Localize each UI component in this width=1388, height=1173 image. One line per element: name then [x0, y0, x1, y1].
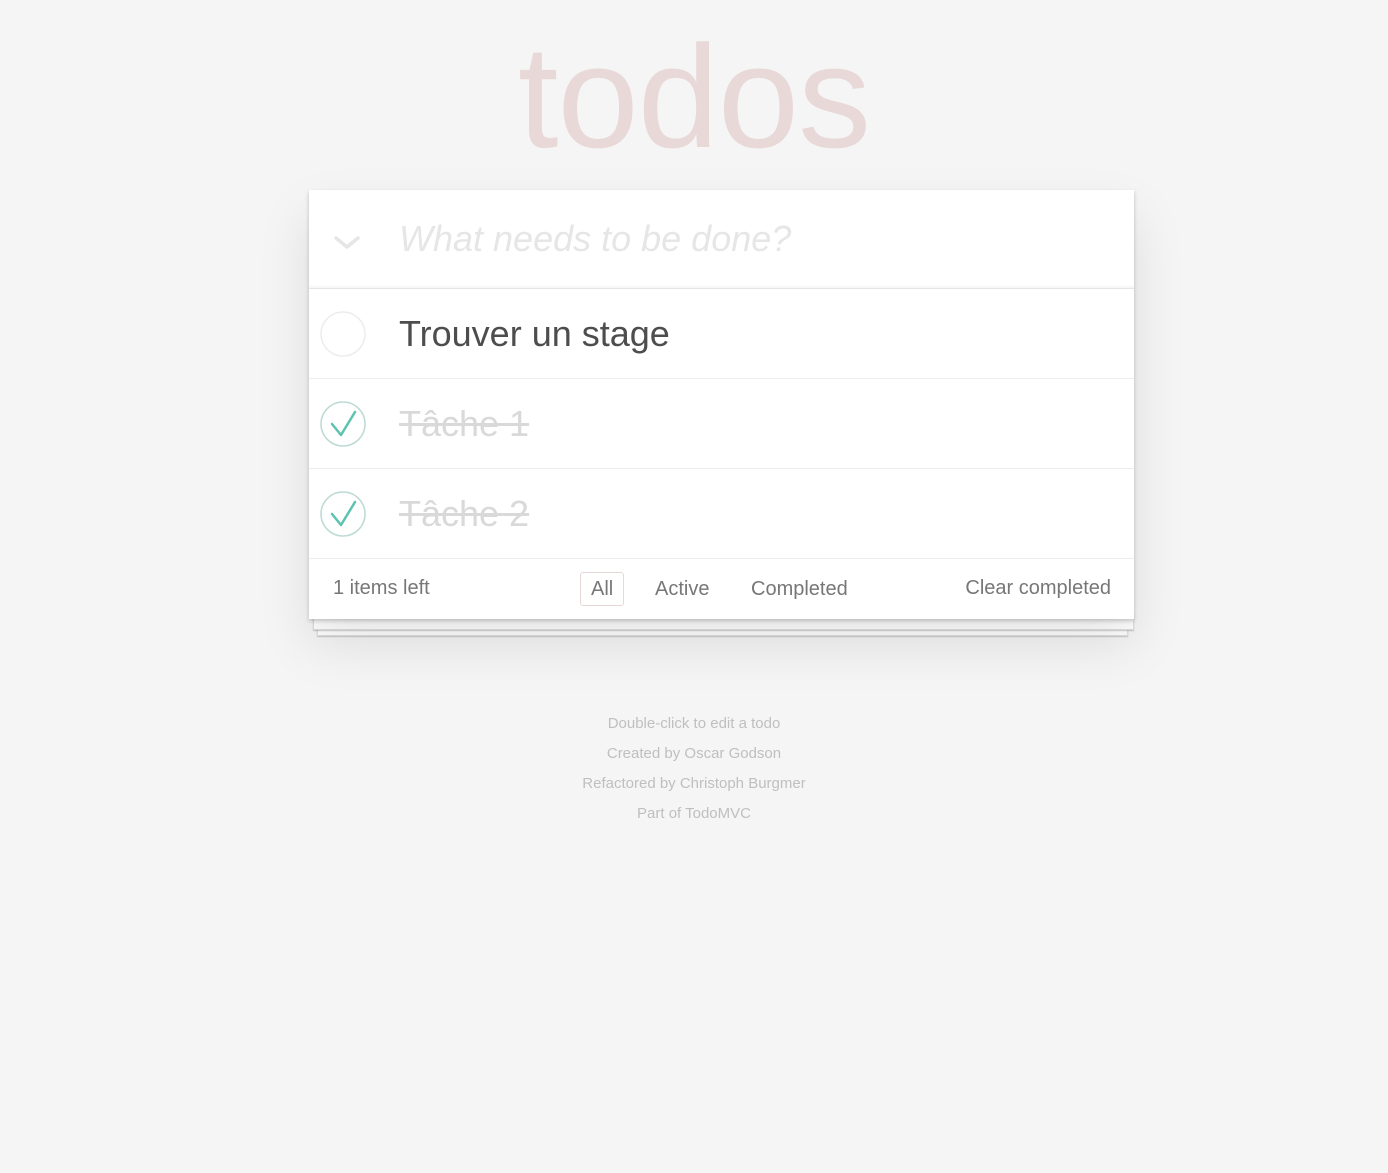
info-created-by: Created by Oscar Godson: [606, 745, 782, 762]
new-todo-row: [309, 190, 1134, 289]
circle-check-icon: [320, 401, 366, 447]
info-refactored-by: Refactored by Christoph Burgmer: [582, 775, 806, 792]
todo-item[interactable]: Tâche 2: [309, 469, 1134, 559]
todo-label: Trouver un stage: [399, 313, 670, 354]
toggle-all-button[interactable]: [327, 226, 367, 256]
todo-checkbox[interactable]: [320, 401, 366, 447]
filter-active[interactable]: Active: [644, 572, 720, 606]
todo-checkbox[interactable]: [320, 491, 366, 537]
info-part-of: Part of TodoMVC: [637, 805, 751, 822]
items-left-count: 1 items left: [333, 577, 430, 599]
info-edit-hint: Double-click to edit a todo: [607, 715, 781, 732]
clear-completed-button[interactable]: Clear completed: [965, 577, 1111, 600]
circle-unchecked-icon: [320, 311, 366, 357]
new-todo-input[interactable]: [399, 210, 1109, 268]
circle-check-icon: [320, 491, 366, 537]
app-title: todos: [517, 15, 871, 178]
filter-completed[interactable]: Completed: [740, 572, 859, 606]
chevron-down-icon: [334, 236, 360, 249]
filter-all[interactable]: All: [580, 572, 625, 606]
todo-checkbox[interactable]: [320, 311, 366, 357]
todo-footer: 1 items left All Active Completed Clear …: [309, 558, 1134, 619]
todo-app-panel: Trouver un stage Tâche 1 Tâche 2 1 items…: [309, 190, 1134, 619]
todo-label: Tâche 1: [399, 403, 530, 444]
todo-label: Tâche 2: [399, 493, 530, 534]
todo-item[interactable]: Tâche 1: [309, 379, 1134, 469]
todo-item[interactable]: Trouver un stage: [309, 289, 1134, 379]
